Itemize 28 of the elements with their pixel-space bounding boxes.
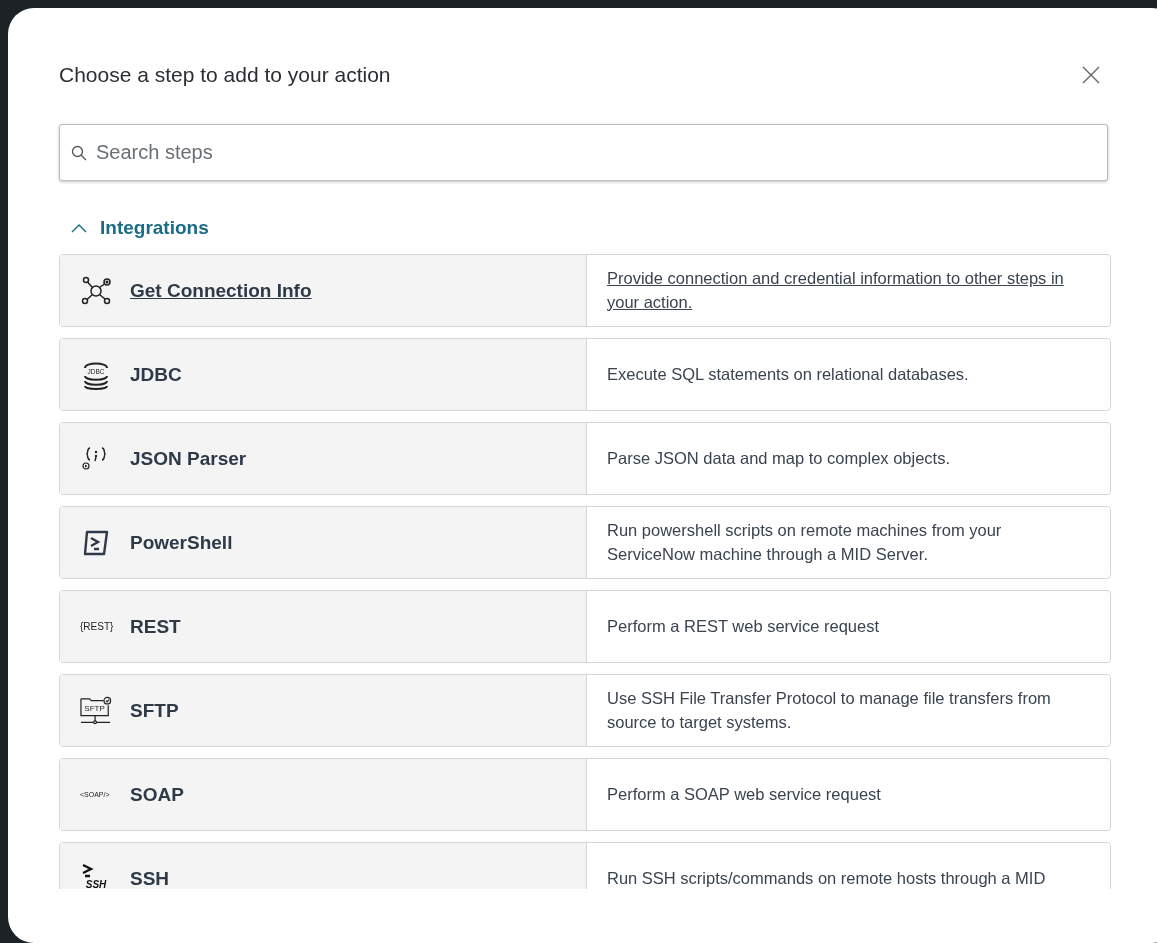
step-description: Run powershell scripts on remote machines from your ServiceNow machine through a MID Server. [607, 519, 1003, 565]
step-row[interactable]: SSH SSH Run SSH scripts/commands on remote hosts through a MID [59, 842, 1111, 889]
step-row[interactable]: PowerShell Run powershell scripts on remote machines from your ServiceNow machine through a MID Server. [59, 506, 1111, 579]
network-icon [80, 275, 112, 306]
search-field[interactable]: Search steps [59, 124, 1108, 181]
step-name: REST [130, 615, 181, 638]
code-tag-icon: {REST} [80, 621, 112, 632]
step-description: Parse JSON data and map to complex objects. [607, 447, 950, 469]
step-description: Perform a REST web service request [607, 615, 880, 637]
close-icon[interactable] [1082, 66, 1100, 84]
step-row[interactable]: Get Connection Info Provide connection and credential information to other steps in your action. [59, 254, 1111, 327]
step-description: Provide connection and credential information to other steps in your action. [607, 267, 1065, 313]
step-name: SSH [130, 867, 170, 889]
step-name: SOAP [130, 783, 184, 806]
step-description: Execute SQL statements on relational databases. [607, 363, 969, 385]
step-name: JSON Parser [130, 447, 247, 470]
step-name: SFTP [130, 699, 179, 722]
dialog-title: Choose a step to add to your action [59, 63, 391, 87]
section-toggle[interactable]: Integrations [59, 217, 209, 239]
step-name: JDBC [130, 363, 182, 386]
step-row[interactable]: JSON Parser Parse JSON data and map to complex objects. [59, 422, 1111, 495]
step-description: Perform a SOAP web service request [607, 783, 881, 805]
step-description: Run SSH scripts/commands on remote hosts through a MID [607, 867, 1046, 889]
chevron-icon [71, 223, 87, 233]
step-row[interactable]: {REST} REST Perform a REST web service request [59, 590, 1111, 663]
step-description: Use SSH File Transfer Protocol to manage file transfers from source to target systems. [607, 687, 1052, 733]
step-name: Get Connection Info [130, 279, 312, 302]
step-name: PowerShell [130, 531, 233, 554]
